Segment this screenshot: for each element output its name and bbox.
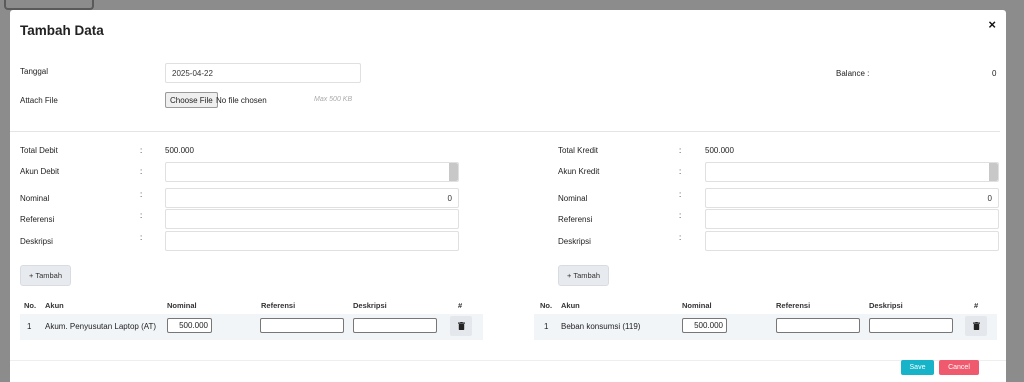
add-debit-button[interactable]: + Tambah xyxy=(20,265,72,286)
deskripsi-kredit-label: Deskripsi xyxy=(558,237,591,246)
col-header: Referensi xyxy=(776,301,811,310)
row-akun: Akum. Penyusutan Laptop (AT) xyxy=(45,322,157,331)
deskripsi-debit-input[interactable] xyxy=(165,231,459,251)
total-debit-value: 500.000 xyxy=(165,146,194,155)
col-header: # xyxy=(974,301,979,310)
total-kredit-label: Total Kredit xyxy=(558,146,599,155)
referensi-kredit-label: Referensi xyxy=(558,215,593,224)
row-akun: Beban konsumsi (119) xyxy=(561,322,641,331)
add-data-modal: Tambah Data × Tanggal 2025-04-22 Balance… xyxy=(10,10,1006,382)
select-scroll-thumb xyxy=(989,163,998,181)
colon: : xyxy=(140,146,143,155)
total-kredit-value: 500.000 xyxy=(705,146,734,155)
delete-row-button[interactable] xyxy=(965,316,987,336)
colon: : xyxy=(679,190,682,199)
save-button[interactable]: Save xyxy=(901,360,934,375)
row-deskripsi-input[interactable] xyxy=(353,318,437,333)
col-header: Akun xyxy=(45,301,64,310)
colon: : xyxy=(140,190,143,199)
col-header: No. xyxy=(540,301,553,310)
referensi-debit-input[interactable] xyxy=(165,209,459,229)
row-no: 1 xyxy=(544,322,549,331)
nominal-debit-input[interactable]: 0 xyxy=(165,188,459,208)
debit-table-header: No. Akun Nominal Referensi Deskripsi # xyxy=(20,298,483,314)
kredit-table-header: No. Akun Nominal Referensi Deskripsi # xyxy=(534,298,997,314)
colon: : xyxy=(140,211,143,220)
trash-icon xyxy=(972,322,980,330)
col-header: Referensi xyxy=(261,301,296,310)
no-file-text: No file chosen xyxy=(216,96,267,105)
row-nominal-input[interactable]: 500.000 xyxy=(682,318,727,333)
nominal-debit-label: Nominal xyxy=(20,194,50,203)
col-header: Akun xyxy=(561,301,580,310)
akun-kredit-label: Akun Kredit xyxy=(558,167,600,176)
deskripsi-kredit-input[interactable] xyxy=(705,231,999,251)
colon: : xyxy=(140,233,143,242)
modal-title: Tambah Data xyxy=(20,23,104,38)
row-referensi-input[interactable] xyxy=(776,318,860,333)
delete-row-button[interactable] xyxy=(450,316,472,336)
referensi-kredit-input[interactable] xyxy=(705,209,999,229)
background-logo xyxy=(4,0,94,10)
col-header: No. xyxy=(24,301,37,310)
debit-table: No. Akun Nominal Referensi Deskripsi # 1… xyxy=(20,298,483,340)
tanggal-label: Tanggal xyxy=(20,67,49,76)
balance-label: Balance : xyxy=(836,69,870,78)
select-scroll-thumb xyxy=(449,163,458,181)
row-no: 1 xyxy=(27,322,32,331)
table-row: 1 Akum. Penyusutan Laptop (AT) 500.000 xyxy=(20,314,483,340)
cancel-button[interactable]: Cancel xyxy=(939,360,979,375)
trash-icon xyxy=(457,322,465,330)
col-header: Nominal xyxy=(682,301,712,310)
col-header: Deskripsi xyxy=(869,301,903,310)
deskripsi-debit-label: Deskripsi xyxy=(20,237,53,246)
close-icon[interactable]: × xyxy=(988,17,996,32)
balance-value: 0 xyxy=(992,69,997,78)
attach-file-label: Attach File xyxy=(20,96,58,105)
row-nominal-input[interactable]: 500.000 xyxy=(167,318,212,333)
col-header: Deskripsi xyxy=(353,301,387,310)
colon: : xyxy=(679,211,682,220)
nominal-kredit-label: Nominal xyxy=(558,194,588,203)
akun-kredit-select[interactable] xyxy=(705,162,999,182)
colon: : xyxy=(679,167,682,176)
nominal-kredit-input[interactable]: 0 xyxy=(705,188,999,208)
akun-debit-select[interactable] xyxy=(165,162,459,182)
col-header: Nominal xyxy=(167,301,197,310)
choose-file-button[interactable]: Choose File xyxy=(165,92,218,108)
tanggal-input[interactable]: 2025-04-22 xyxy=(165,63,361,83)
referensi-debit-label: Referensi xyxy=(20,215,55,224)
col-header: # xyxy=(458,301,463,310)
table-row: 1 Beban konsumsi (119) 500.000 xyxy=(534,314,997,340)
row-referensi-input[interactable] xyxy=(260,318,344,333)
kredit-table: No. Akun Nominal Referensi Deskripsi # 1… xyxy=(534,298,997,340)
max-size-hint: Max 500 KB xyxy=(314,96,353,103)
section-divider xyxy=(10,131,1000,132)
akun-debit-label: Akun Debit xyxy=(20,167,60,176)
colon: : xyxy=(679,233,682,242)
footer-divider xyxy=(10,360,1006,361)
row-deskripsi-input[interactable] xyxy=(869,318,953,333)
colon: : xyxy=(140,167,143,176)
colon: : xyxy=(679,146,682,155)
total-debit-label: Total Debit xyxy=(20,146,58,155)
add-kredit-button[interactable]: + Tambah xyxy=(558,265,610,286)
